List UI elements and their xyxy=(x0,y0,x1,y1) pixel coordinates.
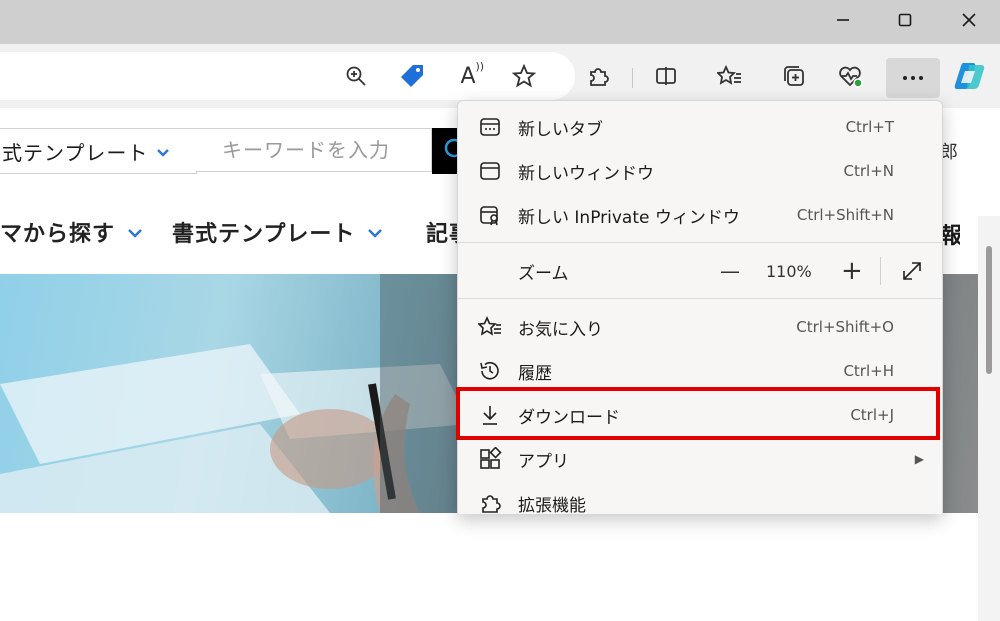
browser-essentials-icon xyxy=(839,66,863,88)
new-tab-icon xyxy=(478,115,502,139)
nav-item-label: 記事 xyxy=(426,222,460,247)
site-header-text: 郎 xyxy=(940,142,958,163)
collections-button[interactable] xyxy=(776,58,812,94)
menu-item-shortcut: Ctrl+H xyxy=(843,362,894,380)
price-tag-icon xyxy=(401,65,423,87)
menu-item-label: 履歴 xyxy=(518,363,552,384)
nav-item-label: マから探す xyxy=(0,222,116,247)
more-icon xyxy=(903,76,923,80)
nav-item-themes[interactable]: マから探す xyxy=(0,216,143,248)
inprivate-window-icon xyxy=(478,203,502,227)
downloads-highlight-box xyxy=(456,387,940,440)
page-scrollbar[interactable] xyxy=(978,216,1000,621)
minimize-icon xyxy=(837,19,849,21)
menu-item-label: 新しいタブ xyxy=(518,119,603,140)
menu-item-new-inprivate-window[interactable]: 新しい InPrivate ウィンドウ Ctrl+Shift+N xyxy=(458,193,942,237)
menu-item-label: 新しい InPrivate ウィンドウ xyxy=(518,207,740,228)
collections-icon xyxy=(784,66,804,86)
menu-item-apps[interactable]: アプリ ▶ xyxy=(458,437,942,481)
close-icon xyxy=(962,13,976,27)
apps-icon xyxy=(478,446,502,471)
chevron-down-icon xyxy=(156,139,170,163)
maximize-button[interactable] xyxy=(874,0,936,40)
favorites-icon xyxy=(477,315,502,339)
favorites-button[interactable] xyxy=(712,58,748,94)
menu-item-shortcut: Ctrl+Shift+N xyxy=(796,206,894,224)
title-bar xyxy=(0,0,1000,44)
copilot-icon xyxy=(954,63,985,89)
scrollbar-thumb[interactable] xyxy=(986,246,992,374)
split-screen-button[interactable] xyxy=(648,58,684,94)
template-category-label: 式テンプレート xyxy=(2,140,149,165)
toolbar: A)) xyxy=(0,44,1000,108)
price-tag-button[interactable] xyxy=(394,58,430,94)
browser-essentials-button[interactable] xyxy=(832,58,868,94)
extensions-button[interactable] xyxy=(580,58,616,94)
maximize-icon xyxy=(898,13,912,27)
zoom-out-button[interactable]: — xyxy=(720,259,740,283)
read-aloud-icon: A)) xyxy=(460,59,485,89)
copilot-button[interactable] xyxy=(952,58,988,94)
fullscreen-button[interactable] xyxy=(900,259,924,287)
zoom-divider xyxy=(880,257,881,285)
favorite-star-icon xyxy=(512,64,536,88)
menu-item-label: お気に入り xyxy=(518,319,603,340)
menu-item-zoom: ズーム — 110% + xyxy=(458,249,942,293)
menu-item-label: 新しいウィンドウ xyxy=(518,163,654,184)
menu-item-shortcut: Ctrl+Shift+O xyxy=(796,318,894,336)
zoom-in-button[interactable] xyxy=(338,58,374,94)
toolbar-divider xyxy=(632,68,633,88)
nav-item-templates[interactable]: 書式テンプレート xyxy=(172,216,383,248)
close-button[interactable] xyxy=(938,0,1000,40)
menu-item-shortcut: Ctrl+T xyxy=(845,118,894,136)
nav-item-label: 書式テンプレート xyxy=(172,222,356,247)
submenu-arrow-icon: ▶ xyxy=(914,452,924,466)
extensions-icon xyxy=(590,68,609,86)
chevron-down-icon xyxy=(367,220,383,245)
nav-item-partial: 報 xyxy=(940,224,960,249)
template-category-select[interactable]: 式テンプレート xyxy=(0,128,197,174)
menu-divider xyxy=(458,298,942,299)
keyword-search-input[interactable] xyxy=(196,128,432,172)
menu-item-new-tab[interactable]: 新しいタブ Ctrl+T xyxy=(458,105,942,149)
zoom-level: 110% xyxy=(766,261,812,281)
fullscreen-icon xyxy=(903,262,921,280)
minimize-button[interactable] xyxy=(812,0,874,40)
settings-menu: 新しいタブ Ctrl+T 新しいウィンドウ Ctrl+N 新しい InPriva… xyxy=(457,100,943,516)
split-screen-icon xyxy=(656,67,676,85)
menu-item-label: 拡張機能 xyxy=(518,495,586,516)
zoom-label: ズーム xyxy=(518,263,569,284)
extensions-icon xyxy=(478,491,502,515)
history-icon xyxy=(478,359,502,383)
chevron-down-icon xyxy=(127,220,143,245)
new-window-icon xyxy=(478,159,502,183)
menu-item-favorites[interactable]: お気に入り Ctrl+Shift+O xyxy=(458,305,942,349)
add-favorite-button[interactable] xyxy=(506,58,542,94)
menu-item-extensions[interactable]: 拡張機能 xyxy=(458,481,942,525)
menu-item-shortcut: Ctrl+N xyxy=(843,162,894,180)
read-aloud-button[interactable]: A)) xyxy=(450,58,486,94)
zoom-in-icon xyxy=(346,66,366,86)
favorites-icon xyxy=(717,64,741,85)
zoom-in-button[interactable]: + xyxy=(841,256,863,286)
menu-divider xyxy=(458,242,942,243)
settings-and-more-button[interactable] xyxy=(886,58,940,98)
nav-item-articles[interactable]: 記事 xyxy=(426,216,460,248)
address-bar[interactable]: A)) xyxy=(0,52,575,100)
menu-item-new-window[interactable]: 新しいウィンドウ Ctrl+N xyxy=(458,149,942,193)
menu-item-label: アプリ xyxy=(518,451,569,472)
